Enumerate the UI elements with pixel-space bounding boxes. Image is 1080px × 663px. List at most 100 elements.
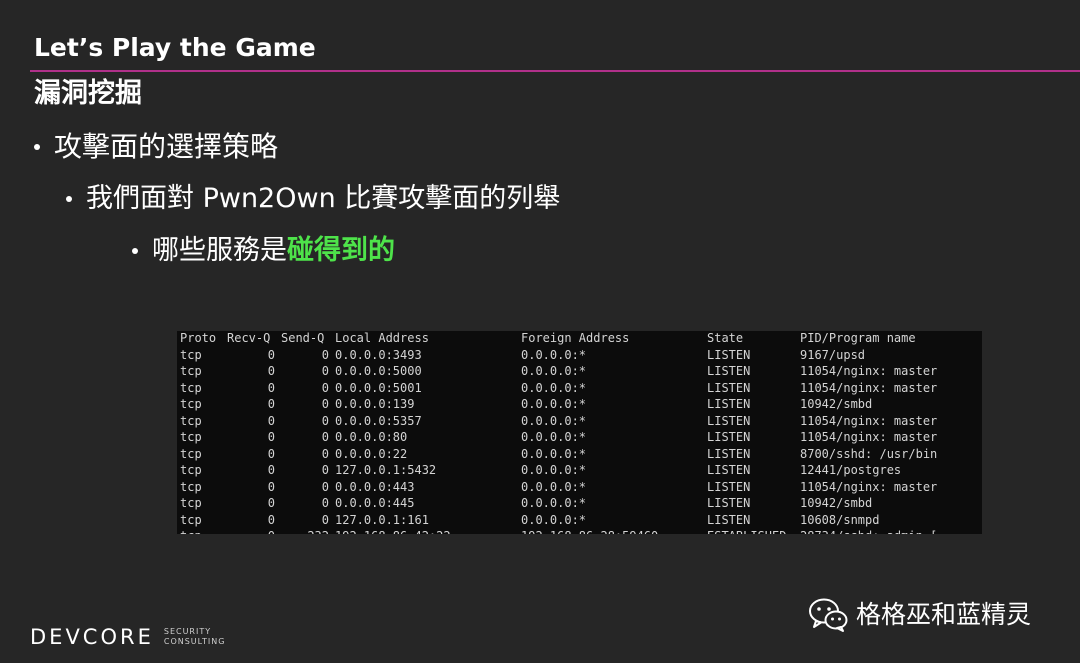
terminal-cell: 0 <box>267 430 275 444</box>
terminal-cell: LISTEN <box>707 496 751 510</box>
slide-subtitle: 漏洞挖掘 <box>34 78 142 109</box>
terminal-cell: 0 <box>321 463 329 477</box>
terminal-cell: LISTEN <box>707 512 751 527</box>
terminal-cell: 0 <box>267 479 275 494</box>
logo-tagline-line-2: CONSULTING <box>163 637 226 646</box>
terminal-cell: 0 <box>321 430 329 444</box>
terminal-cell: Proto <box>180 331 217 345</box>
bullet-level-1: 攻擊面的選擇策略 <box>34 128 278 166</box>
terminal-cell: Recv-Q <box>227 331 271 345</box>
terminal-cell: 192.168.86.28:59460 <box>521 528 658 534</box>
terminal-cell: 0.0.0.0:22 <box>335 446 408 461</box>
terminal-cell: LISTEN <box>707 479 751 494</box>
slide-title: Let’s Play the Game <box>34 33 316 62</box>
terminal-cell: 10942/smbd <box>800 397 873 411</box>
terminal-cell: 11054/nginx: master <box>800 364 938 378</box>
bullet-level-1-text: 攻擊面的選擇策略 <box>54 130 279 163</box>
terminal-cell: 0 <box>267 347 275 362</box>
terminal-cell: 0.0.0.0:5000 <box>335 364 422 378</box>
terminal-cell: tcp <box>180 430 202 444</box>
terminal-cell: 0.0.0.0:* <box>521 512 587 527</box>
terminal-cell: 10942/smbd <box>800 496 873 510</box>
terminal-cell: 11054/nginx: master <box>800 380 938 395</box>
terminal-cell: Local Address <box>335 331 429 345</box>
terminal-cell: LISTEN <box>707 463 751 477</box>
terminal-cell: 127.0.0.1:161 <box>335 512 429 527</box>
terminal-cell: 0.0.0.0:* <box>521 446 587 461</box>
terminal-cell: 0.0.0.0:* <box>521 347 587 362</box>
terminal-cell: 0.0.0.0:* <box>521 397 587 411</box>
terminal-cell: 0 <box>267 463 275 477</box>
terminal-cell: 192.168.86.42:22 <box>335 528 451 534</box>
logo-wordmark: DEVCORE <box>30 625 154 649</box>
terminal-cell: 0 <box>267 496 275 510</box>
slide: Let’s Play the Game 漏洞挖掘 攻擊面的選擇策略 我們面對 P… <box>0 0 1080 663</box>
bullet-dot-icon <box>34 144 40 150</box>
terminal-cell: 11054/nginx: master <box>800 479 938 494</box>
terminal-cell: 0 <box>321 364 329 378</box>
terminal-cell: tcp <box>180 528 202 534</box>
watermark-text: 格格巫和蓝精灵 <box>856 600 1032 629</box>
terminal-cell: 0 <box>267 397 275 411</box>
terminal-cell: 0.0.0.0:* <box>521 430 587 444</box>
terminal-cell: 0 <box>227 528 275 534</box>
terminal-cell: 232 <box>281 528 329 534</box>
title-divider <box>30 70 1080 72</box>
terminal-cell: 0 <box>267 364 275 378</box>
terminal-cell: 0 <box>267 380 275 395</box>
terminal-cell: 8700/sshd: /usr/bin <box>800 446 938 461</box>
terminal-cell: 0.0.0.0:* <box>521 413 587 428</box>
terminal-cell: tcp <box>180 347 202 362</box>
terminal-cell: 0 <box>321 446 329 461</box>
terminal-cell: 127.0.0.1:5432 <box>335 463 437 477</box>
terminal-cell: tcp <box>180 512 202 527</box>
terminal-cell: State <box>707 331 744 345</box>
terminal-cell: 0 <box>267 446 275 461</box>
terminal-cell: tcp <box>180 496 202 510</box>
terminal-cell: tcp <box>180 479 202 494</box>
terminal-cell: 10608/snmpd <box>800 512 880 527</box>
watermark: 格格巫和蓝精灵 <box>808 597 1031 633</box>
terminal-cell: PID/Program name <box>800 331 916 345</box>
terminal-cell: 0.0.0.0:80 <box>335 430 408 444</box>
terminal-cell: 0 <box>321 479 329 494</box>
wechat-icon <box>809 598 848 632</box>
terminal-cell: 0 <box>267 512 275 527</box>
terminal-cell: 0.0.0.0:445 <box>335 496 415 510</box>
terminal-cell: 0 <box>321 413 329 428</box>
terminal-cell: LISTEN <box>707 446 751 461</box>
terminal-cell: 0.0.0.0:* <box>521 479 587 494</box>
terminal-cell: LISTEN <box>707 413 751 428</box>
terminal-cell: LISTEN <box>707 364 751 378</box>
terminal-cell: LISTEN <box>707 380 751 395</box>
terminal-cell: Send-Q <box>281 331 325 345</box>
terminal-cell: tcp <box>180 380 202 395</box>
terminal-cell: LISTEN <box>707 397 751 411</box>
terminal-cell: tcp <box>180 413 202 428</box>
logo-tagline: SECURITY CONSULTING <box>164 627 226 647</box>
logo-tagline-line-1: SECURITY <box>163 627 212 636</box>
terminal-cell: 9167/upsd <box>800 347 866 362</box>
terminal-cell: 0.0.0.0:3493 <box>335 347 422 362</box>
bullet-dot-icon <box>132 248 138 254</box>
terminal-cell: 0 <box>321 397 329 411</box>
terminal-cell: 11054/nginx: master <box>800 430 938 444</box>
terminal-cell: tcp <box>180 364 202 378</box>
terminal-cell: ESTABLISHED <box>707 528 786 534</box>
terminal-cell: 0.0.0.0:* <box>521 364 587 378</box>
terminal-cell: 0 <box>321 512 329 527</box>
terminal-cell: Foreign Address <box>521 331 630 345</box>
terminal-cell: 12441/postgres <box>800 463 902 477</box>
bullet-level-2-text: 我們面對 Pwn2Own 比賽攻擊面的列舉 <box>86 183 561 214</box>
terminal-cell: tcp <box>180 397 202 411</box>
terminal-cell: 0.0.0.0:5001 <box>335 380 422 395</box>
terminal-cell: 0.0.0.0:5357 <box>335 413 422 428</box>
bullet-dot-icon <box>66 196 72 202</box>
bullet-level-3-prefix: 哪些服務是 <box>152 235 287 266</box>
bullet-level-3: 哪些服務是 碰得到的 <box>132 232 395 270</box>
terminal-cell: 0.0.0.0:* <box>521 380 587 395</box>
netstat-terminal-screenshot: Proto Recv-Q Send-Q Local Address Foreign Ad… <box>177 331 982 534</box>
terminal-cell: 0.0.0.0:443 <box>335 479 415 494</box>
terminal-cell: 0.0.0.0:139 <box>335 397 415 411</box>
terminal-cell: tcp <box>180 446 202 461</box>
